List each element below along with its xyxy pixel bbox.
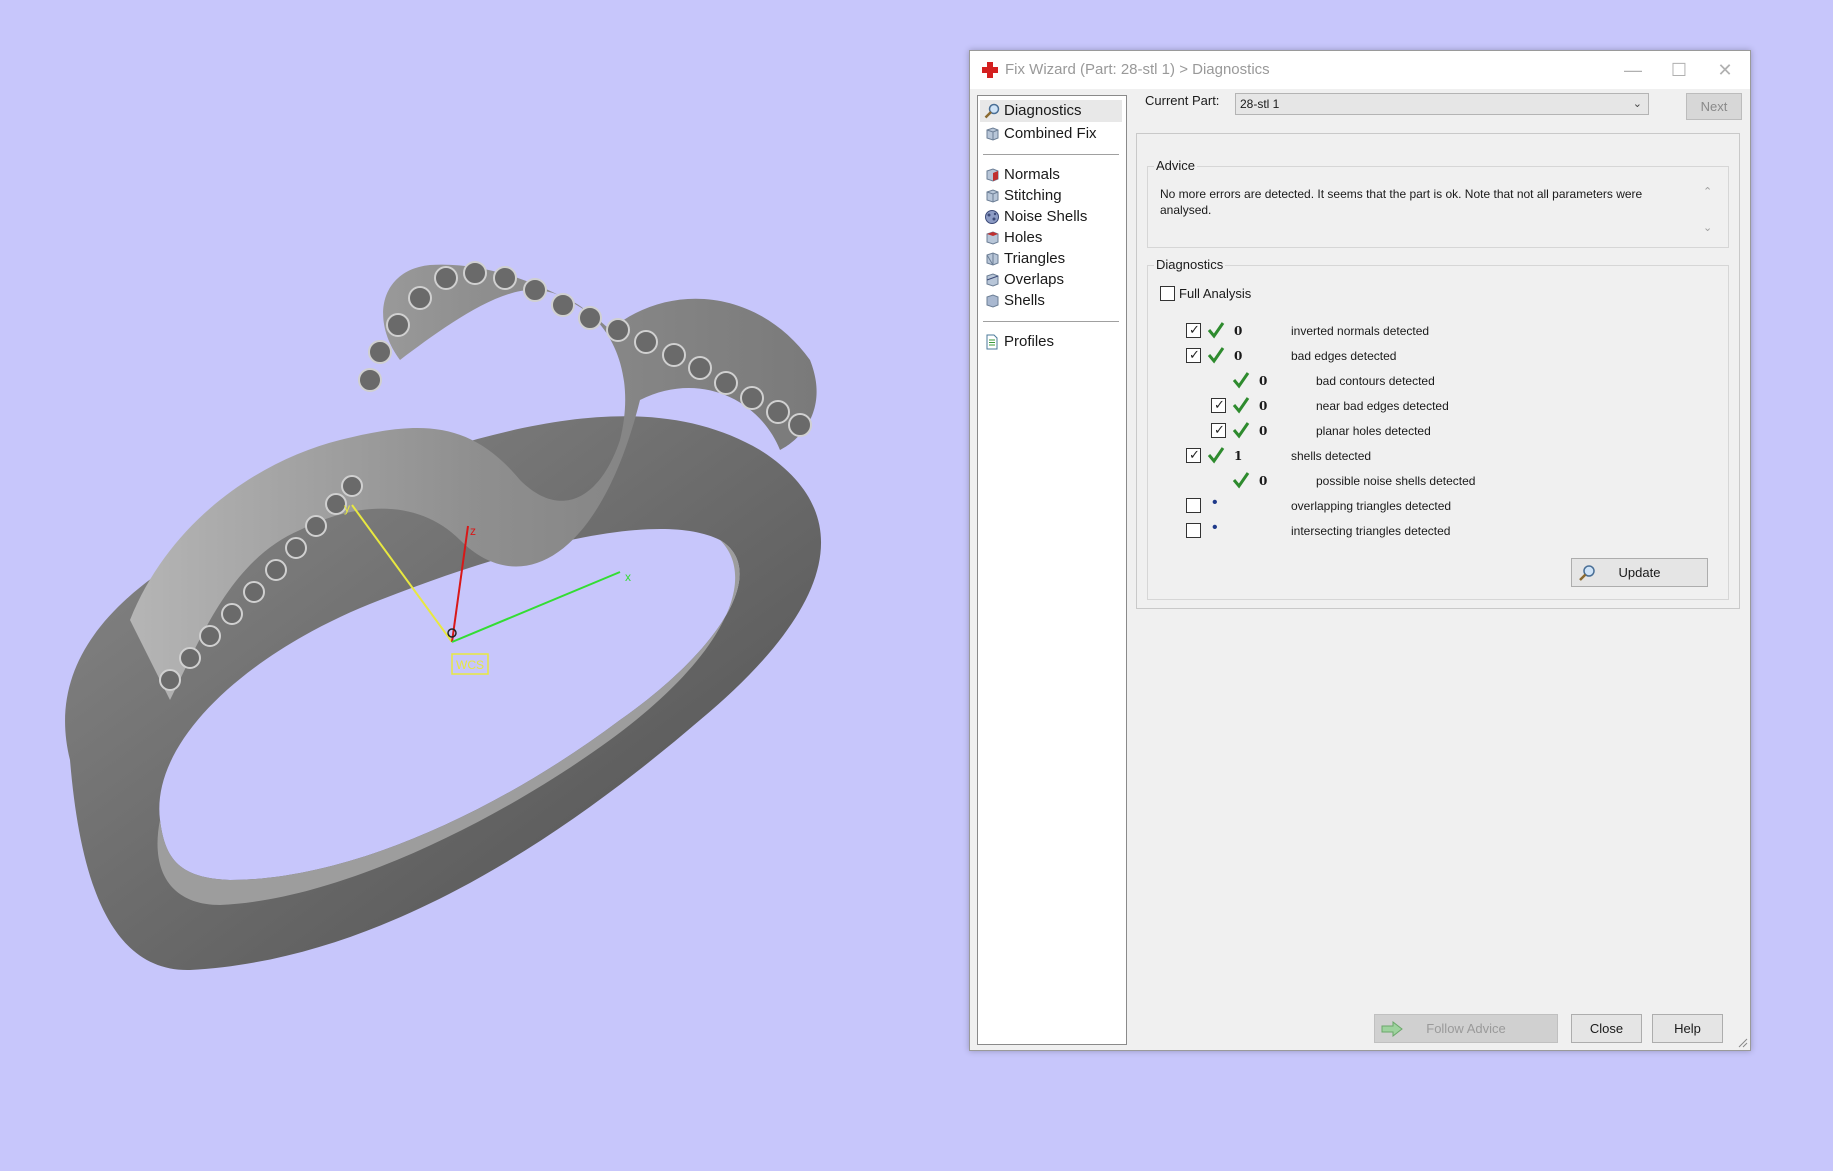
axis-y-label: y bbox=[344, 501, 350, 515]
cube-icon bbox=[986, 127, 999, 141]
scroll-down-icon[interactable]: ⌄ bbox=[1703, 221, 1712, 234]
holes-cube-icon bbox=[986, 231, 999, 245]
bad-contours-label: bad contours detected bbox=[1316, 374, 1435, 388]
title-bar[interactable]: Fix Wizard (Part: 28-stl 1) > Diagnostic… bbox=[970, 51, 1750, 89]
inverted-normals-checkbox[interactable]: ✓ bbox=[1186, 322, 1201, 338]
full-analysis-label: Full Analysis bbox=[1179, 286, 1252, 301]
chevron-down-icon: ⌄ bbox=[1632, 98, 1642, 110]
bad-edges-checkbox[interactable]: ✓ bbox=[1186, 347, 1201, 363]
window-title: Fix Wizard (Part: 28-stl 1) > Diagnostic… bbox=[1005, 61, 1270, 78]
overlaps-cube-icon bbox=[986, 273, 999, 287]
resize-grip-icon[interactable] bbox=[1736, 1036, 1748, 1048]
bad-edges-count: 0 bbox=[1234, 349, 1243, 363]
maximize-button[interactable]: ☐ bbox=[1656, 51, 1702, 89]
planar-holes-label: planar holes detected bbox=[1316, 424, 1431, 438]
document-icon bbox=[986, 334, 998, 350]
status-dot-icon: • bbox=[1212, 519, 1218, 536]
diagnostics-panel: Advice No more errors are detected. It s… bbox=[1136, 133, 1740, 609]
stitching-cube-icon bbox=[986, 189, 999, 203]
current-part-value: 28-stl 1 bbox=[1240, 97, 1280, 111]
status-dot-icon: • bbox=[1212, 494, 1218, 511]
green-check-icon bbox=[1207, 322, 1225, 339]
scroll-up-icon[interactable]: ⌃ bbox=[1703, 185, 1712, 198]
help-button[interactable]: Help bbox=[1652, 1014, 1723, 1043]
nav-item-overlaps[interactable]: Overlaps bbox=[980, 269, 1122, 291]
green-check-icon bbox=[1232, 472, 1250, 489]
axis-z-label: z bbox=[470, 524, 476, 538]
red-cross-icon bbox=[982, 62, 998, 78]
next-button[interactable]: Next bbox=[1686, 93, 1742, 120]
intersecting-triangles-checkbox[interactable] bbox=[1186, 523, 1201, 538]
shells-label: shells detected bbox=[1291, 449, 1372, 463]
nav-divider bbox=[983, 154, 1119, 155]
green-check-icon bbox=[1232, 397, 1250, 414]
planar-holes-checkbox[interactable]: ✓ bbox=[1211, 422, 1226, 438]
arrow-right-icon bbox=[1381, 1021, 1403, 1037]
fix-nav-list: Diagnostics Combined Fix Normals Stitchi… bbox=[977, 95, 1127, 1045]
bad-edges-label: bad edges detected bbox=[1291, 349, 1397, 363]
nav-item-normals[interactable]: Normals bbox=[980, 164, 1122, 186]
wcs-label: WCS bbox=[456, 658, 484, 672]
nav-item-profiles[interactable]: Profiles bbox=[980, 331, 1122, 353]
advice-text: No more errors are detected. It seems th… bbox=[1160, 187, 1643, 217]
near-bad-edges-checkbox[interactable]: ✓ bbox=[1211, 397, 1226, 413]
green-check-icon bbox=[1232, 422, 1250, 439]
inverted-normals-count: 0 bbox=[1234, 324, 1243, 338]
magnifier-icon bbox=[1579, 565, 1595, 581]
overlapping-triangles-label: overlapping triangles detected bbox=[1291, 499, 1452, 513]
green-check-icon bbox=[1207, 447, 1225, 464]
nav-item-stitching[interactable]: Stitching bbox=[980, 185, 1122, 207]
shells-checkbox[interactable]: ✓ bbox=[1186, 447, 1201, 463]
inverted-normals-label: inverted normals detected bbox=[1291, 324, 1430, 338]
normals-cube-icon bbox=[986, 168, 999, 182]
update-button[interactable]: Update bbox=[1571, 558, 1708, 587]
magnifier-icon bbox=[984, 103, 1000, 119]
shells-count: 1 bbox=[1234, 449, 1243, 463]
follow-advice-label: Follow Advice bbox=[1426, 1021, 1506, 1036]
shells-cube-icon bbox=[986, 294, 999, 308]
fix-wizard-dialog: Fix Wizard (Part: 28-stl 1) > Diagnostic… bbox=[969, 50, 1751, 1051]
full-analysis-checkbox[interactable] bbox=[1160, 286, 1175, 301]
minimize-button[interactable]: — bbox=[1610, 51, 1656, 89]
current-part-label: Current Part: bbox=[1145, 93, 1220, 108]
near-bad-edges-label: near bad edges detected bbox=[1316, 399, 1449, 413]
advice-scrollbar[interactable]: ⌃ ⌄ bbox=[1700, 185, 1718, 241]
nav-divider bbox=[983, 321, 1119, 322]
nav-item-shells[interactable]: Shells bbox=[980, 290, 1122, 312]
bad-contours-count: 0 bbox=[1259, 374, 1268, 388]
noise-shells-icon bbox=[985, 210, 999, 224]
ring-model[interactable]: x z y WCS bbox=[0, 0, 960, 1171]
nav-item-holes[interactable]: Holes bbox=[980, 227, 1122, 249]
3d-viewport[interactable]: x z y WCS bbox=[0, 0, 960, 1171]
update-label: Update bbox=[1618, 565, 1661, 580]
nav-item-diagnostics[interactable]: Diagnostics bbox=[980, 100, 1122, 122]
green-check-icon bbox=[1207, 347, 1225, 364]
overlapping-triangles-checkbox[interactable] bbox=[1186, 498, 1201, 513]
green-check-icon bbox=[1232, 372, 1250, 389]
planar-holes-count: 0 bbox=[1259, 424, 1268, 438]
intersecting-triangles-label: intersecting triangles detected bbox=[1291, 524, 1451, 538]
noise-shells-count: 0 bbox=[1259, 474, 1268, 488]
triangles-cube-icon bbox=[986, 252, 999, 266]
near-bad-edges-count: 0 bbox=[1259, 399, 1268, 413]
close-button[interactable]: Close bbox=[1571, 1014, 1642, 1043]
diagnostics-title: Diagnostics bbox=[1154, 257, 1226, 272]
advice-group: Advice No more errors are detected. It s… bbox=[1147, 158, 1729, 248]
nav-item-combined-fix[interactable]: Combined Fix bbox=[980, 123, 1122, 145]
close-window-button[interactable]: ✕ bbox=[1702, 51, 1748, 89]
nav-item-triangles[interactable]: Triangles bbox=[980, 248, 1122, 270]
diagnostics-group: Diagnostics Full Analysis ✓ 0 inverted n… bbox=[1147, 257, 1729, 600]
noise-shells-label: possible noise shells detected bbox=[1316, 474, 1476, 488]
follow-advice-button[interactable]: Follow Advice bbox=[1374, 1014, 1558, 1043]
current-part-select[interactable]: 28-stl 1 ⌄ bbox=[1235, 93, 1649, 115]
nav-item-noise-shells[interactable]: Noise Shells bbox=[980, 206, 1122, 228]
advice-title: Advice bbox=[1154, 158, 1198, 173]
axis-x-label: x bbox=[625, 570, 631, 584]
